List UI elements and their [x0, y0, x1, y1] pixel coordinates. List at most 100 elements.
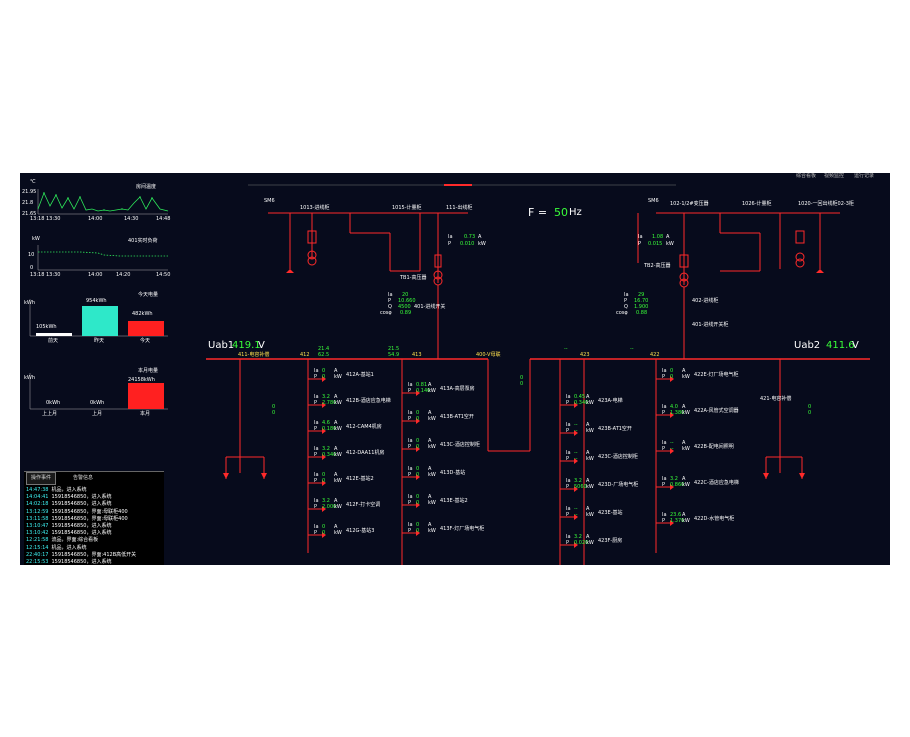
feeder-p: 0 [416, 528, 420, 534]
unit: kW [666, 241, 674, 247]
cap-mid-name: 412 [300, 352, 310, 358]
feeder-p: 0 [322, 374, 326, 380]
cap-right-name2: 422 [650, 352, 660, 358]
meter-label: P [662, 374, 666, 380]
right-cap-name: 421-电容补偿 [760, 396, 792, 402]
meter-label: P [638, 241, 642, 247]
feeder-p: 0 [416, 472, 420, 478]
meter-label: P [314, 530, 318, 536]
meter-label: P [566, 512, 570, 518]
cap-right-name: 423 [580, 352, 590, 358]
tx-right-ia: 1.08 [652, 234, 664, 240]
bus-tie-name: 400-V母联 [476, 352, 501, 358]
feeder-name: 423B-AT1空开 [598, 426, 632, 432]
feeder-name: 413E-基站2 [440, 498, 468, 504]
unit: kW [428, 500, 436, 506]
feeder-name: 422E-灯厂场电气柜 [694, 372, 739, 378]
hv-right-label: 1026-计量柜 [742, 201, 772, 207]
meter-label: P [662, 518, 666, 524]
unit: kW [478, 241, 486, 247]
right-cap-p: 0 [808, 410, 812, 416]
unit: kW [334, 426, 342, 432]
in-right-cos: 0.88 [636, 310, 648, 316]
feeder-name: 423F-厨房 [598, 538, 623, 544]
feeder-p: 0 [416, 500, 420, 506]
feeder-name: 412-DAA11机房 [346, 450, 385, 456]
feeder-p: -- [574, 512, 578, 518]
bus-left-unit: V [258, 340, 265, 351]
meter-label: P [662, 482, 666, 488]
feeder-p: 0 [322, 478, 326, 484]
unit: A [478, 234, 482, 240]
bus-left-label: Uab1 [208, 340, 235, 351]
in-right-name: 402-进线柜 [692, 298, 719, 304]
feeder-p: 5060 [574, 484, 587, 490]
unit: kW [586, 428, 594, 434]
unit: kW [586, 512, 594, 518]
unit: kW [428, 416, 436, 422]
meter-label: Ia [638, 234, 643, 240]
feeder-name: 413B-AT1空开 [440, 414, 474, 420]
in-left-cos: 0.89 [400, 310, 412, 316]
unit: kW [428, 472, 436, 478]
unit: kW [586, 456, 594, 462]
tx-left-ia: 0.73 [464, 234, 476, 240]
meter-label: P [314, 426, 318, 432]
feeder-p: -- [670, 446, 674, 452]
tie-p: 0 [520, 381, 524, 387]
cap-mid-pct: 54.9 [388, 352, 400, 358]
feeder-name: 413D-基站 [440, 470, 466, 476]
unit: kW [334, 478, 342, 484]
meter-label: cosφ [616, 310, 628, 316]
unit: kW [428, 528, 436, 534]
feeder-name: 422B-配电间照明 [694, 444, 734, 450]
unit: A [666, 234, 670, 240]
frequency-label: F = [528, 206, 548, 219]
sm6-left-label: SM6 [264, 198, 275, 204]
tx-right-name: TB2-高压器 [644, 263, 671, 269]
tx-right-p: 0.015 [648, 241, 663, 247]
unit: kW [682, 446, 690, 452]
unit: kW [682, 410, 690, 416]
meter-label: P [408, 472, 412, 478]
tx-left-name: TB1-高压器 [400, 275, 427, 281]
meter-label: P [662, 410, 666, 416]
feeder-name: 412G-基站3 [346, 528, 375, 534]
meter-label: P [314, 478, 318, 484]
feeder-p: 0 [670, 374, 674, 380]
cap-left-name: 411-电容补偿 [238, 352, 270, 358]
feeder-p: 0 [416, 416, 420, 422]
feeder-name: 412-CAM4机房 [346, 424, 382, 430]
bus-left-voltage: 419.1 [232, 340, 261, 351]
meter-label: P [408, 528, 412, 534]
hv-right-label: 102-1/2#变压器 [670, 201, 709, 207]
meter-label: P [566, 540, 570, 546]
feeder-p: -- [574, 428, 578, 434]
meter-label: P [566, 428, 570, 434]
unit: kW [428, 388, 436, 394]
feeder-name: 422D-水管电气柜 [694, 516, 735, 522]
feeder-p: 0 [416, 444, 420, 450]
meter-label: P [314, 452, 318, 458]
unit: kW [682, 518, 690, 524]
bus-right-label: Uab2 [794, 340, 821, 351]
feeder-name: 413C-酒店控制柜 [440, 442, 480, 448]
feeder-name: 413F-灯厂场电气柜 [440, 526, 485, 532]
bus-right-unit: V [852, 340, 859, 351]
unit: kW [334, 530, 342, 536]
feeder-name: 412B-酒店应急电梯 [346, 398, 391, 404]
unit: kW [334, 452, 342, 458]
cap-right-pct: -- [630, 346, 634, 352]
feeder-name: 412A-基站1 [346, 372, 374, 378]
feeder-name: 423A-电梯 [598, 398, 623, 404]
feeder-name: 413A-高层泵房 [440, 386, 475, 392]
meter-label: P [314, 400, 318, 406]
meter-label: cosφ [380, 310, 392, 316]
meter-label: P [662, 446, 666, 452]
in-left-name: 401-进线开关 [414, 304, 446, 310]
feeder-p: -- [574, 456, 578, 462]
unit: kW [586, 400, 594, 406]
meter-label: Ia [448, 234, 453, 240]
cap-right-temp: -- [564, 346, 568, 352]
unit: kW [428, 444, 436, 450]
